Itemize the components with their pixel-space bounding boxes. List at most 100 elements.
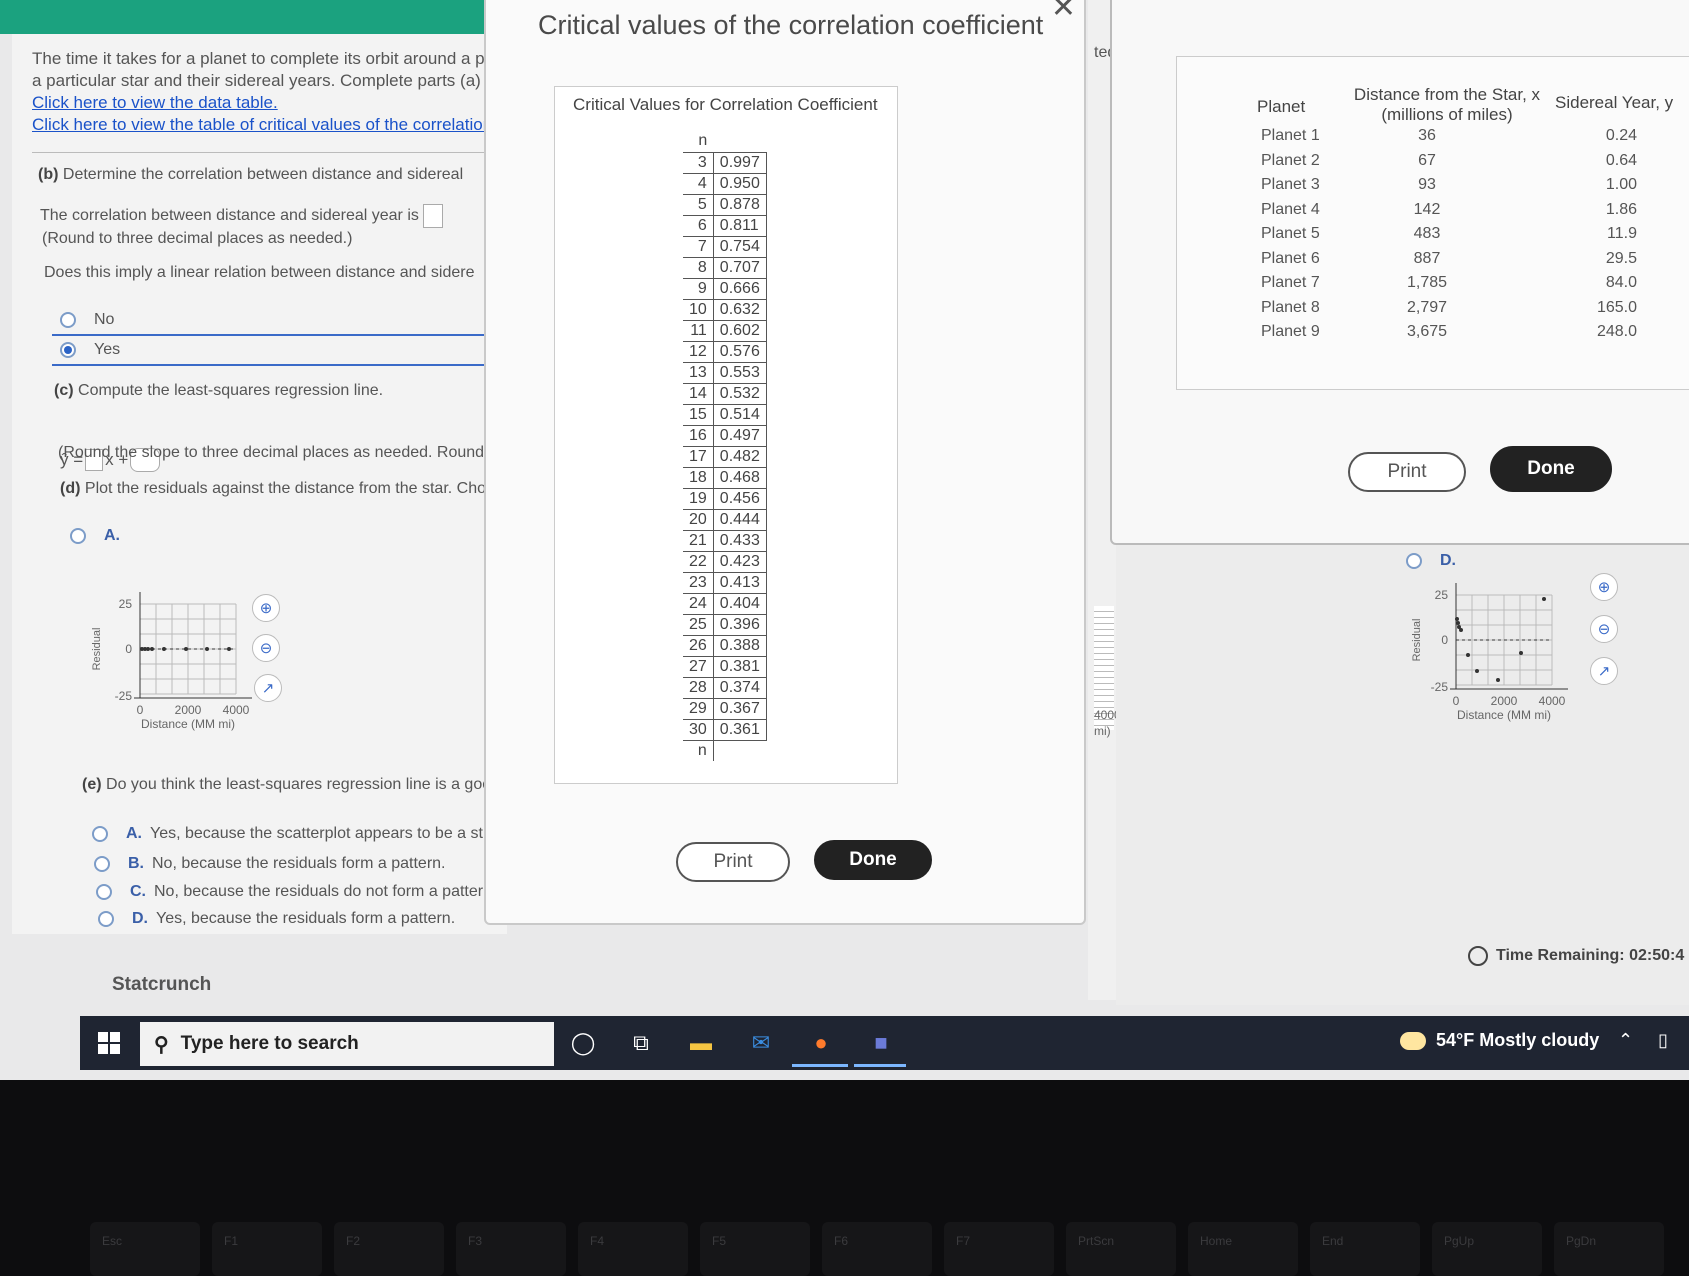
- weather-widget[interactable]: 54°F Mostly cloudy: [1400, 1030, 1599, 1051]
- teams-icon[interactable]: ■: [864, 1026, 898, 1060]
- critical-value-row: 29 0.367: [683, 697, 767, 720]
- weather-text: 54°F Mostly cloudy: [1436, 1030, 1600, 1050]
- data-print-button[interactable]: Print: [1348, 452, 1466, 492]
- n-cell: 14: [683, 382, 714, 405]
- cortana-icon[interactable]: ◯: [566, 1026, 600, 1060]
- intro-line-2: a particular star and their sidereal yea…: [32, 71, 481, 90]
- sidereal-year-cell: 165.0: [1596, 298, 1637, 316]
- radio-e-c[interactable]: [96, 884, 112, 900]
- n-cell: 13: [683, 361, 714, 384]
- critical-value-row: 19 0.456: [683, 487, 767, 510]
- option-no[interactable]: No: [52, 304, 512, 336]
- zoom-in-icon[interactable]: ⊕: [252, 594, 280, 622]
- close-icon[interactable]: ✕: [1051, 0, 1076, 25]
- planet-name-cell: Planet 5: [1261, 225, 1320, 242]
- correlation-prompt-text: The correlation between distance and sid…: [40, 207, 419, 225]
- residual-plot-d: 25 0 -25 0 2000 4000 Distance (MM mi) Re…: [1406, 575, 1586, 740]
- open-external-icon[interactable]: ↗: [254, 674, 282, 702]
- sidereal-year-cell: 248.0: [1596, 323, 1637, 340]
- clock-icon: [1468, 946, 1488, 966]
- critical-values-link[interactable]: Click here to view the table of critical…: [32, 114, 502, 136]
- n-cell: 23: [683, 571, 714, 594]
- zoom-out-icon[interactable]: ⊖: [252, 634, 280, 662]
- n-cell: 21: [683, 529, 714, 552]
- data-done-button[interactable]: Done: [1490, 446, 1612, 492]
- critical-value-cell: 0.374: [713, 676, 767, 699]
- col-distance: Distance from the Star, x (millions of m…: [1347, 85, 1547, 125]
- chevron-up-icon[interactable]: ⌃: [1618, 1030, 1633, 1051]
- windows-start-icon[interactable]: [98, 1032, 120, 1054]
- correlation-prompt: The correlation between distance and sid…: [40, 204, 443, 228]
- part-e: (e) Do you think the least-squares regre…: [82, 776, 510, 794]
- radio-e-a[interactable]: [92, 826, 108, 842]
- linear-question: Does this imply a linear relation betwee…: [44, 264, 475, 281]
- critical-value-row: 25 0.396: [683, 613, 767, 636]
- critical-value-cell: 0.514: [713, 403, 767, 426]
- taskbar-search[interactable]: ⚲ Type here to search: [140, 1022, 554, 1066]
- battery-icon[interactable]: ▯: [1658, 1030, 1668, 1051]
- critical-value-row: 11 0.602: [683, 319, 767, 342]
- open-external-icon-3[interactable]: ↗: [1590, 657, 1618, 685]
- critical-value-row: 21 0.433: [683, 529, 767, 552]
- sidereal-year-cell: 29.5: [1605, 249, 1637, 267]
- critical-value-cell: 0.404: [713, 592, 767, 615]
- radio-e-b[interactable]: [94, 856, 110, 872]
- residual-plot-a: 25 0 -25 0 2000 4000 Distance (MM mi) Re…: [82, 584, 262, 749]
- firefox-icon[interactable]: ●: [804, 1026, 838, 1060]
- plot-a-xlabel: Distance (MM mi): [141, 717, 235, 731]
- distance-cell: 93: [1418, 176, 1436, 193]
- part-c-label: (c): [54, 382, 74, 399]
- zoom-out-icon-3[interactable]: ⊖: [1590, 615, 1618, 643]
- e-option-c[interactable]: C. No, because the residuals do not form…: [88, 876, 548, 908]
- zoom-in-icon-3[interactable]: ⊕: [1590, 573, 1618, 601]
- part-b-text: Determine the correlation between distan…: [62, 166, 464, 183]
- choice-d[interactable]: D.: [1398, 545, 1478, 577]
- radio-yes[interactable]: [60, 342, 76, 358]
- radio-choice-d[interactable]: [1406, 553, 1422, 569]
- part-b-label: (b): [38, 166, 59, 183]
- e-option-a[interactable]: A. Yes, because the scatterplot appears …: [84, 818, 544, 850]
- modal-print-button[interactable]: Print: [676, 842, 790, 882]
- task-view-icon[interactable]: ⧉: [624, 1026, 658, 1060]
- n-cell: 18: [683, 466, 714, 489]
- file-explorer-icon[interactable]: ▬: [684, 1026, 718, 1060]
- data-table-link[interactable]: Click here to view the data table.: [32, 92, 502, 114]
- critical-value-row: 20 0.444: [683, 508, 767, 531]
- n-cell: 28: [683, 676, 714, 699]
- part-d-label: (d): [60, 480, 81, 497]
- choice-a[interactable]: A.: [62, 520, 142, 552]
- critical-values-box: Critical Values for Correlation Coeffici…: [554, 86, 898, 784]
- critical-values-table: n 3 0.997 4 0.950 5 0.878 6 0.811 7 0.754 8 0.707 9 0.…: [683, 131, 767, 761]
- keyboard-key: F7: [944, 1222, 1054, 1276]
- question-intro: The time it takes for a planet to comple…: [32, 48, 502, 136]
- n-footer: n: [683, 740, 714, 761]
- keyboard-key: F1: [212, 1222, 322, 1276]
- radio-choice-a[interactable]: [70, 528, 86, 544]
- plot-a-xtick-4000: 4000: [223, 703, 250, 717]
- n-cell: 27: [683, 655, 714, 678]
- critical-value-row: 28 0.374: [683, 676, 767, 699]
- radio-e-d[interactable]: [98, 911, 114, 927]
- option-yes[interactable]: Yes: [52, 334, 512, 366]
- n-cell: 25: [683, 613, 714, 636]
- critical-value-row: 16 0.497: [683, 424, 767, 447]
- plot-d-ylabel: Residual: [1411, 619, 1423, 662]
- keyboard-key: F2: [334, 1222, 444, 1276]
- keyboard-key: PgDn: [1554, 1222, 1664, 1276]
- col-distance-line1: Distance from the Star, x: [1353, 85, 1541, 104]
- keyboard-key: F4: [578, 1222, 688, 1276]
- e-option-d[interactable]: D. Yes, because the residuals form a pat…: [90, 906, 550, 932]
- critical-value-row: 13 0.553: [683, 361, 767, 384]
- correlation-input[interactable]: [422, 204, 443, 228]
- mail-icon[interactable]: ✉: [744, 1026, 778, 1060]
- radio-no[interactable]: [60, 312, 76, 328]
- critical-value-cell: 0.666: [713, 277, 767, 300]
- part-d: (d) Plot the residuals against the dista…: [60, 480, 486, 498]
- n-cell: 5: [683, 193, 714, 216]
- time-remaining: Time Remaining: 02:50:4: [1468, 946, 1684, 966]
- statcrunch-link[interactable]: Statcrunch: [112, 974, 211, 996]
- distance-cell: 3,675: [1406, 323, 1448, 340]
- n-cell: 19: [683, 487, 714, 510]
- distance-cell: 887: [1413, 249, 1441, 267]
- modal-done-button[interactable]: Done: [814, 840, 932, 880]
